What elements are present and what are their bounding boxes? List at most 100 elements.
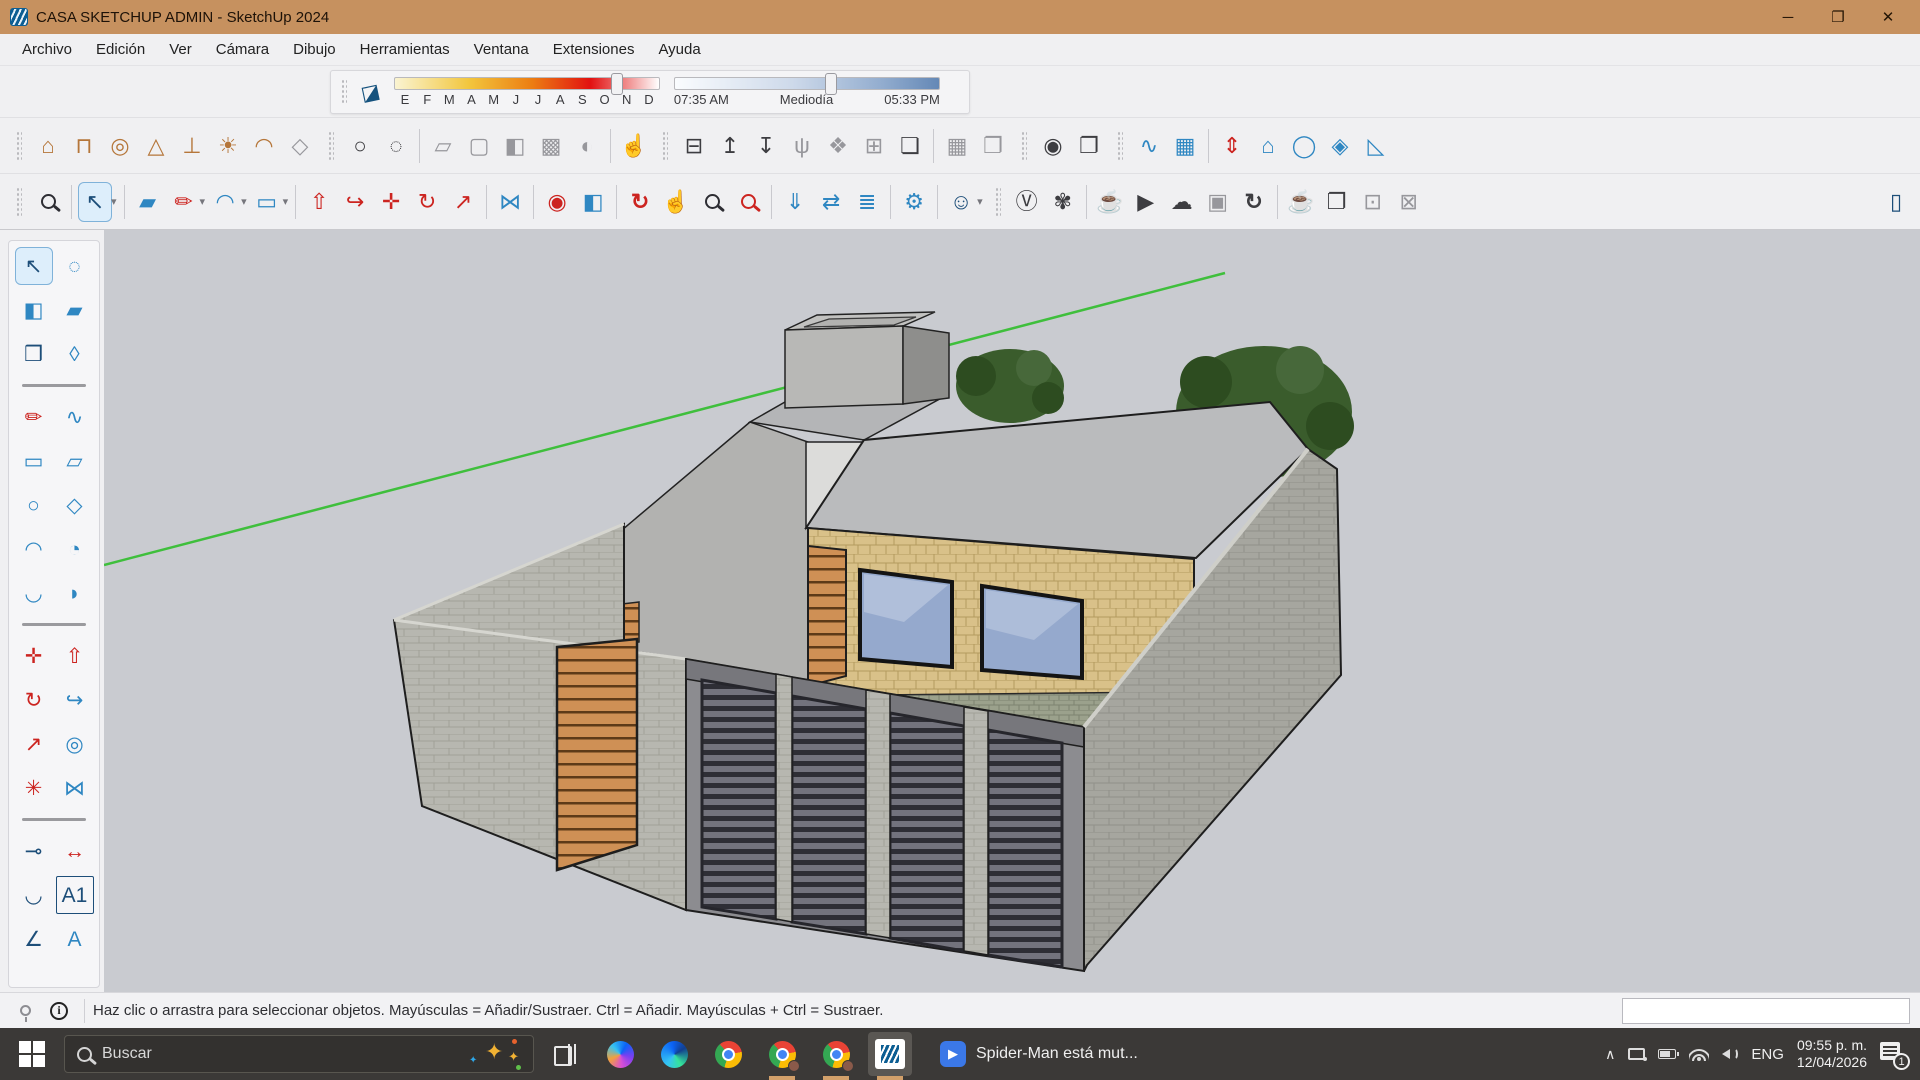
pushpull-tool[interactable]: ⇧ <box>302 182 336 222</box>
menu-item[interactable]: Herramientas <box>350 37 460 62</box>
shadow-month-slider[interactable] <box>394 77 660 90</box>
text-tool[interactable]: A1 <box>56 876 94 914</box>
zoom-menu-tool[interactable] <box>31 182 65 222</box>
close-button[interactable]: ✕ <box>1866 2 1910 32</box>
lasso-tool[interactable]: ◌ <box>56 247 94 285</box>
scale-tool[interactable]: ↗ <box>446 182 480 222</box>
style-monochrome[interactable]: ◐ <box>570 126 604 166</box>
shadow-time-slider[interactable] <box>674 77 940 90</box>
beam-tool[interactable]: ⊓ <box>67 126 101 166</box>
exchange-tool[interactable]: ⇄ <box>814 182 848 222</box>
arc-tool[interactable]: ◠ <box>208 182 242 222</box>
vray-vfb-window-tool[interactable]: ❐ <box>1320 182 1354 222</box>
eye-display-tool[interactable]: ◉ <box>1036 126 1070 166</box>
move-tool[interactable]: ✛ <box>374 182 408 222</box>
vray-cloud-render-tool[interactable]: ☁ <box>1165 182 1199 222</box>
zoom-extents-tool[interactable] <box>731 182 765 222</box>
arch-frame-tool[interactable]: ⌂ <box>31 126 65 166</box>
vray-asset-editor-tool[interactable]: ✾ <box>1046 182 1080 222</box>
protractor-tool[interactable]: ◡ <box>15 876 53 914</box>
menu-item[interactable]: Ventana <box>464 37 539 62</box>
sandbox-mesh-tool[interactable]: ◈ <box>1323 126 1357 166</box>
vray-batch-render-tool[interactable]: ⊡ <box>1356 182 1390 222</box>
tray-chevron-icon[interactable]: ∧ <box>1605 1046 1615 1063</box>
leaf-drape-tool[interactable]: ❖ <box>821 126 855 166</box>
style-shaded[interactable]: ◧ <box>498 126 532 166</box>
clock[interactable]: 09:55 p. m. 12/04/2026 <box>1797 1037 1867 1071</box>
paint-bucket-tool[interactable]: ◧ <box>576 182 610 222</box>
taskbar-search[interactable]: Buscar ✦✦✦ <box>64 1035 534 1073</box>
line-tool[interactable]: ✏ <box>167 182 201 222</box>
position-camera-tool[interactable]: ◉ <box>540 182 574 222</box>
section-plane-tool[interactable]: ⊟ <box>677 126 711 166</box>
zoom-tool[interactable] <box>695 182 729 222</box>
freehand-tool[interactable]: ∿ <box>56 398 94 436</box>
sandbox-terrain-tool[interactable]: ⌂ <box>1251 126 1285 166</box>
tag-tool[interactable]: ◊ <box>56 335 94 373</box>
menu-item[interactable]: Edición <box>86 37 155 62</box>
flip-tool[interactable]: ⋈ <box>56 769 94 807</box>
dimension-tool[interactable]: ↔ <box>56 832 94 870</box>
pie-arc-tool[interactable]: ◔ <box>56 530 94 568</box>
menu-item[interactable]: Extensiones <box>543 37 645 62</box>
axes-tool[interactable]: ✳ <box>15 769 53 807</box>
model-viewport[interactable]: ↖◌◧▰❒◊✏∿▭▱○◇◠◔◡◗✛⇧↻↪↗◎✳⋈⊸↔◡A1∠A <box>0 230 1920 992</box>
vray-render-tool[interactable]: ☕ <box>1093 182 1127 222</box>
geolocation-icon[interactable] <box>12 998 38 1024</box>
move-tool[interactable]: ✛ <box>15 637 53 675</box>
array-copy-tool[interactable]: ❐ <box>976 126 1010 166</box>
rectangle-tool[interactable]: ▭ <box>250 182 284 222</box>
style-textured[interactable]: ▩ <box>534 126 568 166</box>
polygon-tool[interactable]: ◇ <box>56 486 94 524</box>
circle-tool[interactable]: ○ <box>15 486 53 524</box>
grass-tool[interactable]: ψ <box>785 126 819 166</box>
minimize-button[interactable]: ─ <box>1766 2 1810 32</box>
measurement-input[interactable] <box>1622 998 1910 1024</box>
settings-gear-tool[interactable]: ⚙ <box>897 182 931 222</box>
task-view-button[interactable] <box>544 1032 588 1076</box>
rotate-tool[interactable]: ↻ <box>410 182 444 222</box>
sandbox-flip-edge-tool[interactable]: ◺ <box>1359 126 1393 166</box>
sandbox-drape-tool[interactable]: ◯ <box>1287 126 1321 166</box>
circle-mark-tool[interactable]: ○ <box>343 126 377 166</box>
orbit-cube-tool[interactable]: ☝ <box>617 126 651 166</box>
text-3d-tool[interactable]: A <box>56 920 94 958</box>
followme-tool[interactable]: ↪ <box>56 681 94 719</box>
rectangle-tool[interactable]: ▭ <box>15 442 53 480</box>
cast-icon[interactable] <box>1628 1048 1645 1060</box>
paint-bucket-tool[interactable]: ◧ <box>15 291 53 329</box>
vray-lock-tool[interactable]: ⊠ <box>1392 182 1426 222</box>
vray-framebuffer-image-tool[interactable]: ▣ <box>1201 182 1235 222</box>
sandbox-smoove-tool[interactable]: ∿ <box>1132 126 1166 166</box>
axon-cube-tool[interactable]: ◇ <box>283 126 317 166</box>
restore-button[interactable]: ❐ <box>1816 2 1860 32</box>
vray-update-tool[interactable]: ↻ <box>1237 182 1271 222</box>
dashed-selection-tool[interactable]: ◌ <box>379 126 413 166</box>
month-slider-handle[interactable] <box>611 73 623 95</box>
start-button[interactable] <box>10 1032 54 1076</box>
window-grid-tool[interactable]: ⊞ <box>857 126 891 166</box>
time-slider-handle[interactable] <box>825 73 837 95</box>
angle-dim-tool[interactable]: ∠ <box>15 920 53 958</box>
new-document-tool[interactable]: ▯ <box>1879 182 1913 222</box>
copilot-button[interactable] <box>598 1032 642 1076</box>
rotate-tool[interactable]: ↻ <box>15 681 53 719</box>
select-tool[interactable]: ↖ <box>15 247 53 285</box>
get-models-tool[interactable]: ⇓ <box>778 182 812 222</box>
notification-center-button[interactable]: 1 <box>1880 1042 1906 1066</box>
column-tool[interactable]: ⊥ <box>175 126 209 166</box>
show-hidden-tool[interactable]: ↥ <box>713 126 747 166</box>
select-tool[interactable]: ↖ <box>78 182 112 222</box>
arc-tool-dropdown[interactable]: ▾ <box>241 195 247 208</box>
hide-rest-tool[interactable]: ↧ <box>749 126 783 166</box>
arc-2pt-tool[interactable]: ◠ <box>15 530 53 568</box>
chrome-profile-1-button[interactable] <box>760 1032 804 1076</box>
tape-measure-tool[interactable]: ⊸ <box>15 832 53 870</box>
toolbar-grip[interactable] <box>341 79 347 105</box>
followme-tool[interactable]: ↪ <box>338 182 372 222</box>
account-tool[interactable]: ☺ <box>944 182 978 222</box>
sandbox-grid-tool[interactable]: ▦ <box>1168 126 1202 166</box>
style-wireframe[interactable]: ▢ <box>462 126 496 166</box>
arc-3pt-tool[interactable]: ◡ <box>15 574 53 612</box>
page-curl-tool[interactable]: ❏ <box>893 126 927 166</box>
